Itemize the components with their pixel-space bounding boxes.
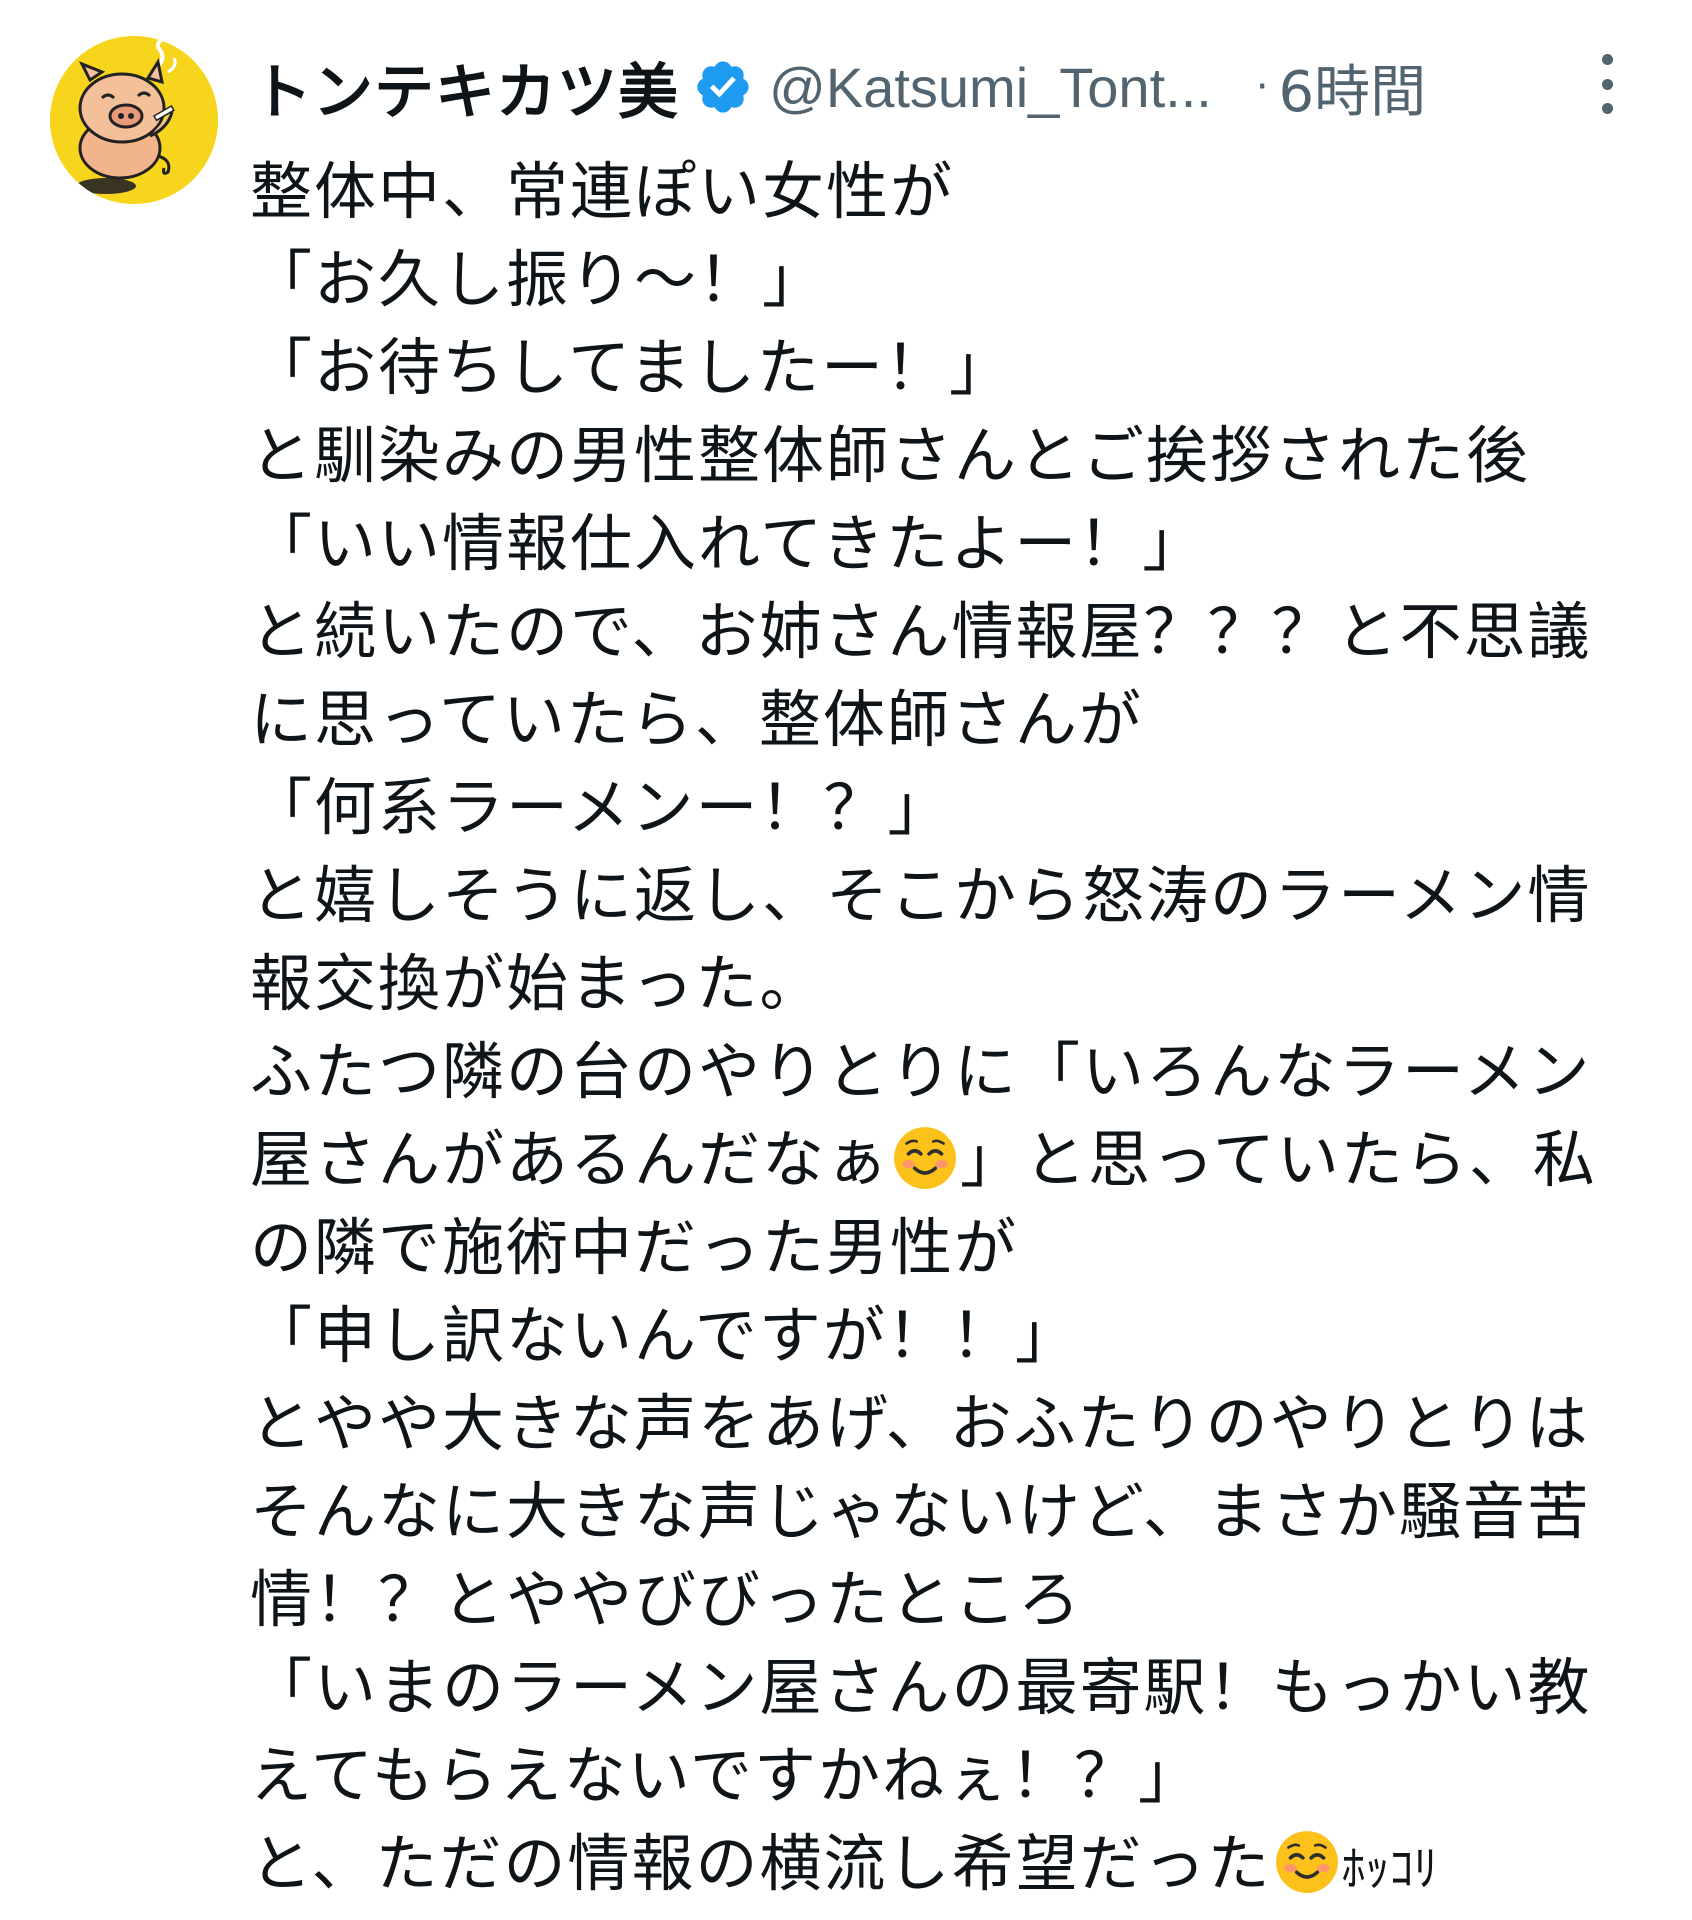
display-name[interactable]: トンテキカツ美 — [252, 44, 679, 131]
post-text-line-with-emoji: 屋さんがあるんだなぁ 」と思っていたら、私 — [250, 1116, 1670, 1204]
post-text-segment: ﾎｯｺﾘ — [1341, 1841, 1438, 1897]
post-text-line-with-emoji: と、ただの情報の横流し希望だった ﾎｯｺﾘ — [250, 1820, 1670, 1908]
post-text-line: に思っていたら、整体師さんが — [250, 683, 1143, 756]
post-text-line: 「お久し振り～！」 — [250, 243, 827, 316]
post-text-line: 「お待ちしてましたー！」 — [250, 331, 1014, 404]
pig-mascot-icon — [50, 36, 218, 204]
post-text-line: 「いまのラーメン屋さんの最寄駅！もっかい教 — [250, 1651, 1592, 1724]
more-dot — [1601, 78, 1613, 90]
post-text-segment: 屋さんがあるんだなぁ — [250, 1123, 891, 1196]
separator-dot: · — [1255, 64, 1269, 110]
post-text-line: と続いたので、お姉さん情報屋？？？と不思議 — [250, 595, 1592, 668]
timestamp[interactable]: 6時間 — [1279, 47, 1427, 128]
post-text-line: 「申し訳ないんですが！！」 — [250, 1299, 1079, 1372]
post-text-line: 「何系ラーメンー！？」 — [250, 771, 952, 844]
post-text: 整体中、常連ぽい女性が 「お久し振り～！」 「お待ちしてましたー！」 と馴染みの… — [250, 148, 1670, 1908]
pig-mascot-avatar[interactable] — [50, 36, 218, 204]
post-text-line: そんなに大きな声じゃないけど、まさか騒音苦 — [250, 1475, 1591, 1548]
post-text-segment: 」と思っていたら、私 — [960, 1123, 1597, 1196]
post-text-line: 報交換が始まった。 — [250, 947, 824, 1020]
post-text-segment: と、ただの情報の横流し希望だった — [250, 1827, 1272, 1900]
post-text-line: とやや大きな声をあげ、おふたりのやりとりは — [250, 1387, 1590, 1460]
post-text-line: の隣で施術中だった男性が — [250, 1211, 1019, 1284]
post-text-line: 情！？とややびびったところ — [250, 1563, 1083, 1636]
post-text-line: えてもらえないですかねぇ！？」 — [250, 1739, 1202, 1812]
post-header: トンテキカツ美 @Katsumi_Tont... · 6時間 — [252, 44, 1652, 130]
smiling-face-icon — [1274, 1829, 1340, 1895]
more-options-icon[interactable] — [1594, 54, 1620, 114]
more-dot — [1601, 103, 1613, 114]
post-text-line: 整体中、常連ぽい女性が — [250, 155, 955, 228]
post-text-line: 「いい情報仕入れてきたよー！」 — [250, 507, 1207, 580]
post-text-line: と嬉しそうに返し、そこから怒涛のラーメン情 — [250, 859, 1592, 932]
post-text-line: ふたつ隣の台のやりとりに「いろんなラーメン — [250, 1035, 1592, 1108]
post-text-line: と馴染みの男性整体師さんとご挨拶された後 — [250, 419, 1531, 492]
verified-badge-icon[interactable] — [693, 57, 753, 117]
user-handle[interactable]: @Katsumi_Tont... — [769, 55, 1212, 120]
more-dot — [1601, 54, 1613, 65]
smiling-face-icon — [892, 1125, 958, 1191]
